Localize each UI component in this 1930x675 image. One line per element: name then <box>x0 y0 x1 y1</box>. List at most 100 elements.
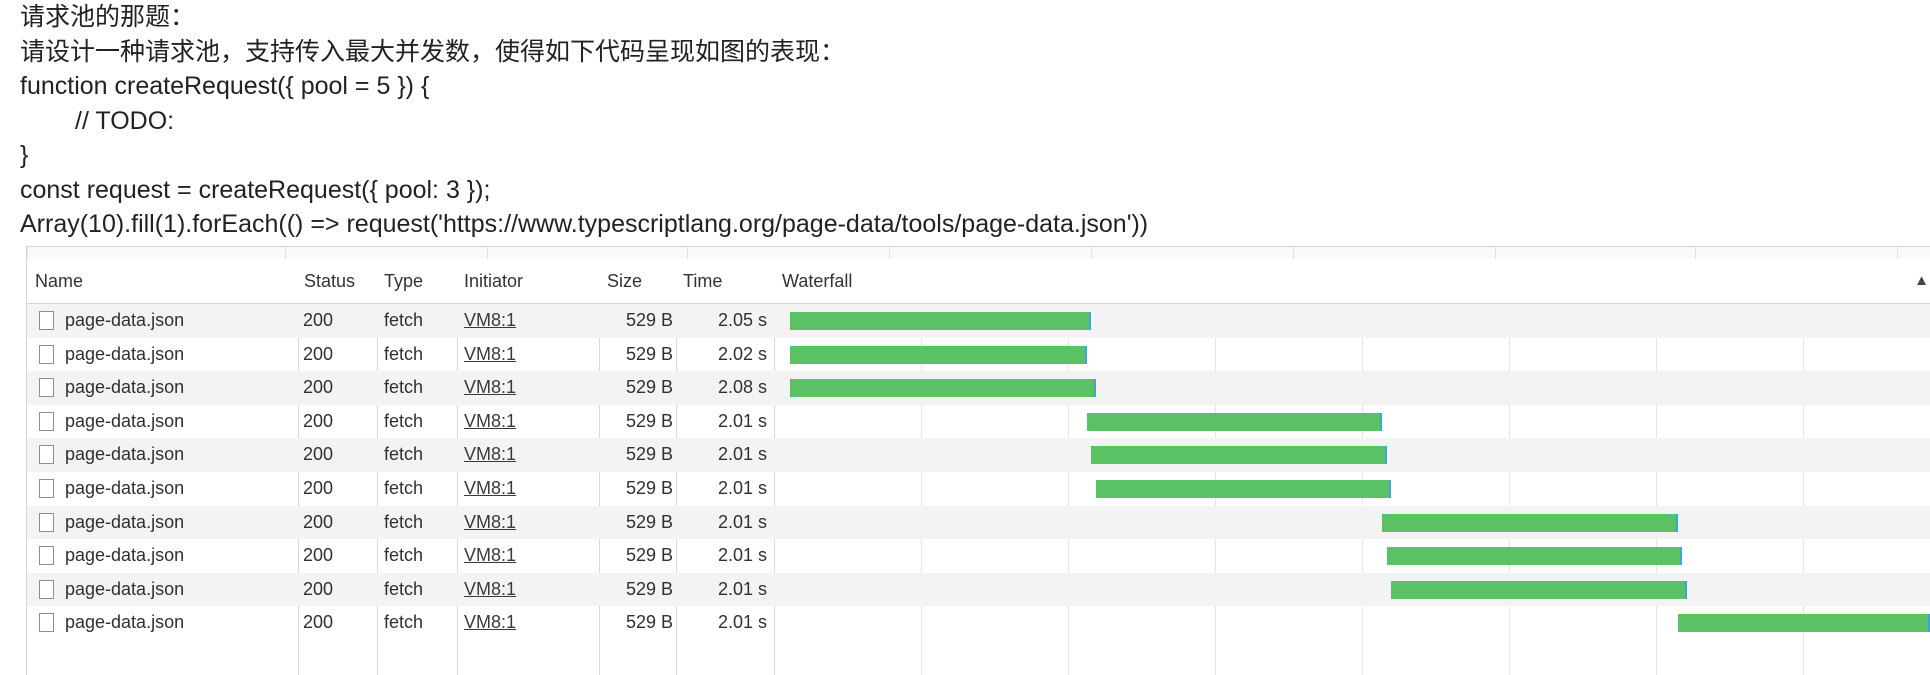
request-initiator-link[interactable]: VM8:1 <box>464 371 516 405</box>
request-size: 529 B <box>625 511 673 532</box>
file-icon <box>39 378 54 398</box>
request-status: 200 <box>303 377 334 398</box>
table-row[interactable]: page-data.json 200 fetch VM8:1 529 B 2.02 s <box>27 338 1930 372</box>
table-row[interactable]: page-data.json 200 fetch VM8:1 529 B 2.01 s <box>27 572 1930 607</box>
waterfall-bar[interactable] <box>1386 547 1683 566</box>
code-line-create-request: const request = createRequest({ pool: 3 … <box>20 175 491 204</box>
waterfall-bar[interactable] <box>1095 479 1392 498</box>
file-icon <box>39 344 54 364</box>
request-time: 2.01 s <box>717 545 767 566</box>
table-row[interactable]: page-data.json 200 fetch VM8:1 529 B 2.01 s <box>27 438 1930 472</box>
request-size: 529 B <box>625 410 673 431</box>
request-type: fetch <box>384 477 424 498</box>
request-name: page-data.json <box>65 612 185 633</box>
request-name: page-data.json <box>65 310 185 330</box>
sort-ascending-icon[interactable]: ▲ <box>1914 259 1929 303</box>
waterfall-bar[interactable] <box>1391 580 1687 599</box>
request-type: fetch <box>384 410 424 431</box>
waterfall-bar[interactable] <box>790 379 1096 398</box>
request-type: fetch <box>384 377 424 398</box>
request-name: page-data.json <box>65 578 185 599</box>
file-icon <box>39 478 54 498</box>
request-initiator-link[interactable]: VM8:1 <box>464 304 516 338</box>
request-initiator-link[interactable]: VM8:1 <box>464 338 516 372</box>
request-type: fetch <box>384 511 424 532</box>
request-initiator-link[interactable]: VM8:1 <box>464 506 516 540</box>
request-status: 200 <box>303 410 334 431</box>
file-icon <box>39 445 54 465</box>
request-status: 200 <box>303 310 334 330</box>
request-size: 529 B <box>625 310 673 330</box>
waterfall-bar[interactable] <box>1086 412 1383 431</box>
question-text: 请求池的那题： 请设计一种请求池，支持传入最大并发数，使得如下代码呈现如图的表现… <box>20 0 1900 242</box>
file-icon <box>39 411 54 431</box>
request-time: 2.01 s <box>717 410 767 431</box>
column-header-status[interactable]: Status <box>304 259 355 303</box>
question-title: 请求池的那题： <box>20 3 196 31</box>
request-time: 2.05 s <box>717 310 767 330</box>
waterfall-bar[interactable] <box>790 345 1087 364</box>
request-name: page-data.json <box>65 343 185 364</box>
network-requests-table: Name Status Type Initiator Size Time Wat… <box>27 259 1930 675</box>
request-initiator-link[interactable]: VM8:1 <box>464 539 516 573</box>
request-name: page-data.json <box>65 410 185 431</box>
code-line-array-foreach: Array(10).fill(1).forEach(() => request(… <box>20 210 1149 238</box>
request-time: 2.02 s <box>717 343 767 364</box>
request-type: fetch <box>384 578 424 599</box>
request-status: 200 <box>303 612 334 633</box>
request-type: fetch <box>384 612 424 633</box>
network-panel: Name Status Type Initiator Size Time Wat… <box>26 246 1930 675</box>
column-header-name[interactable]: Name <box>35 259 83 303</box>
table-row[interactable]: page-data.json 200 fetch VM8:1 529 B 2.01 s <box>27 539 1930 573</box>
column-header-initiator[interactable]: Initiator <box>464 259 523 303</box>
table-header: Name Status Type Initiator Size Time Wat… <box>27 259 1930 304</box>
question-description: 请设计一种请求池，支持传入最大并发数，使得如下代码呈现如图的表现： <box>20 37 846 66</box>
waterfall-bar[interactable] <box>1382 513 1678 532</box>
code-line-todo-comment: // TODO: <box>75 106 175 135</box>
request-time: 2.01 s <box>717 511 767 532</box>
column-header-time[interactable]: Time <box>683 259 722 303</box>
request-status: 200 <box>303 444 334 465</box>
request-time: 2.01 s <box>717 612 767 633</box>
table-row[interactable]: page-data.json 200 fetch VM8:1 529 B 2.01 s <box>27 472 1930 506</box>
request-initiator-link[interactable]: VM8:1 <box>464 606 516 640</box>
code-line-closing-brace: } <box>20 141 29 169</box>
request-status: 200 <box>303 545 334 566</box>
request-status: 200 <box>303 511 334 532</box>
code-line-function-signature: function createRequest({ pool = 5 }) { <box>20 72 430 100</box>
request-name: page-data.json <box>65 477 185 498</box>
table-row[interactable]: page-data.json 200 fetch VM8:1 529 B 2.01 s <box>27 405 1930 439</box>
column-header-type[interactable]: Type <box>384 259 423 303</box>
column-header-size[interactable]: Size <box>607 259 642 303</box>
column-header-waterfall[interactable]: Waterfall <box>782 259 852 303</box>
waterfall-bar[interactable] <box>1091 446 1387 465</box>
waterfall-bar[interactable] <box>790 312 1092 330</box>
request-size: 529 B <box>625 343 673 364</box>
request-name: page-data.json <box>65 511 185 532</box>
request-size: 529 B <box>625 377 673 398</box>
request-initiator-link[interactable]: VM8:1 <box>464 438 516 472</box>
request-size: 529 B <box>625 545 673 566</box>
request-initiator-link[interactable]: VM8:1 <box>464 405 516 439</box>
request-initiator-link[interactable]: VM8:1 <box>464 472 516 506</box>
waterfall-bar[interactable] <box>1677 614 1930 633</box>
request-rows: page-data.json 200 fetch VM8:1 529 B 2.05 s pa… <box>27 304 1930 640</box>
request-size: 529 B <box>625 477 673 498</box>
table-row[interactable]: page-data.json 200 fetch VM8:1 529 B 2.01 s <box>27 505 1930 540</box>
table-row[interactable]: page-data.json 200 fetch VM8:1 529 B 2.08 s <box>27 371 1930 405</box>
request-type: fetch <box>384 310 424 330</box>
table-row[interactable]: page-data.json 200 fetch VM8:1 529 B 2.01 s <box>27 606 1930 640</box>
file-icon <box>39 613 54 633</box>
file-icon <box>39 579 54 599</box>
request-name: page-data.json <box>65 545 185 566</box>
request-time: 2.08 s <box>717 377 767 398</box>
request-status: 200 <box>303 477 334 498</box>
request-type: fetch <box>384 545 424 566</box>
request-type: fetch <box>384 444 424 465</box>
table-row[interactable]: page-data.json 200 fetch VM8:1 529 B 2.05 s <box>27 304 1930 338</box>
request-status: 200 <box>303 578 334 599</box>
request-status: 200 <box>303 343 334 364</box>
request-initiator-link[interactable]: VM8:1 <box>464 573 516 607</box>
request-size: 529 B <box>625 578 673 599</box>
request-name: page-data.json <box>65 377 185 398</box>
